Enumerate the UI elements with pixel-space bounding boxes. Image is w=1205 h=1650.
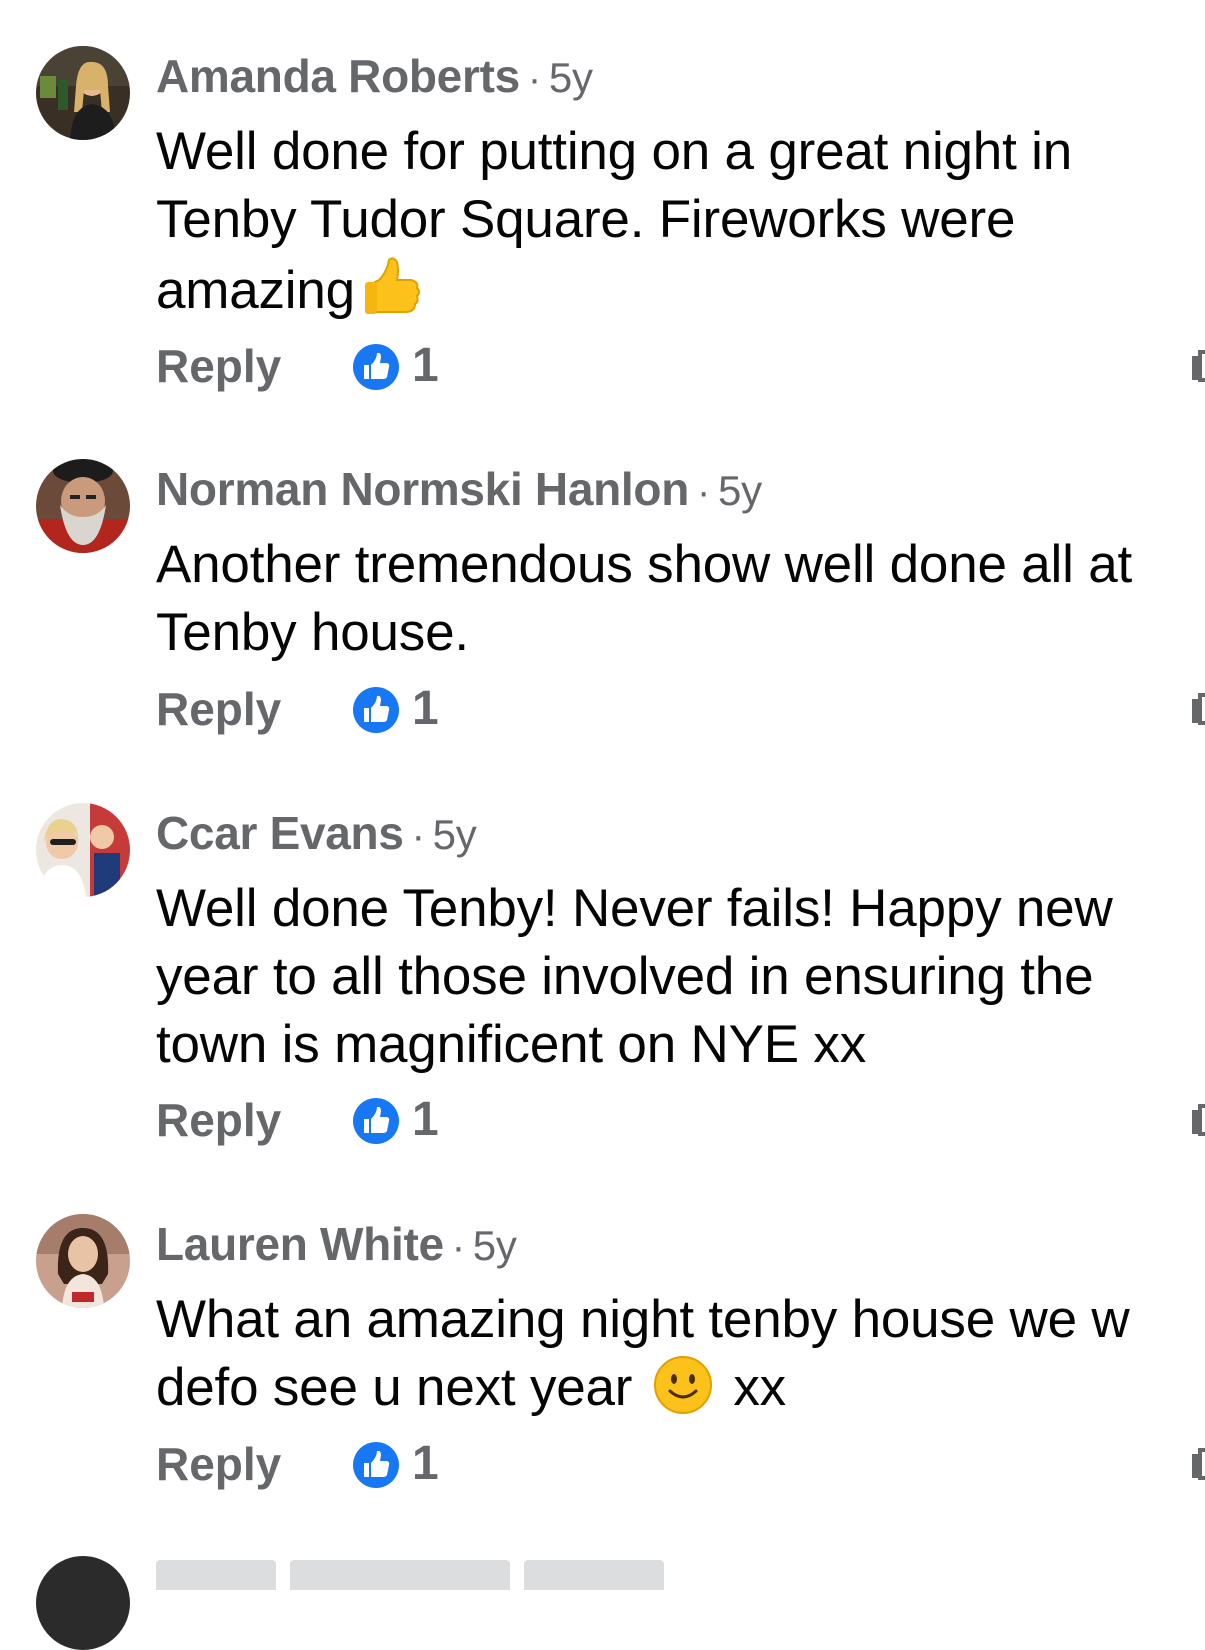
timestamp[interactable]: 5y [473,1222,517,1269]
comment-header: Amanda Roberts · 5y [156,48,593,107]
thumbs-up-icon [361,254,421,335]
comment-actions: Reply 1 [156,1434,1205,1494]
separator: · [527,57,541,101]
like-icon[interactable] [352,686,400,734]
author-name[interactable]: Norman Normski Hanlon [156,463,689,515]
comment-text: Well done for putting on a great night i… [156,118,1205,335]
timestamp[interactable]: 5y [549,54,593,101]
separator: · [697,470,711,514]
comment-body-end: xx [718,1358,786,1417]
avatar[interactable] [36,1214,130,1308]
comment-actions: Reply 1 [156,679,1205,739]
like-count: 1 [412,339,439,392]
separator: · [411,814,425,858]
comment-actions: Reply 1 [156,336,1205,396]
like-icon[interactable] [352,1097,400,1145]
smiling-face-icon [653,1355,713,1432]
avatar[interactable] [36,803,130,897]
reply-button[interactable]: Reply [156,1090,281,1150]
like-count: 1 [412,682,439,735]
comment-header: Norman Normski Hanlon · 5y [156,461,762,520]
comment-header-partial [156,1560,716,1590]
avatar[interactable] [36,459,130,553]
comment-text: What an amazing night tenby house we w d… [156,1286,1205,1432]
react-icon[interactable] [1190,693,1205,727]
comment-body: Another tremendous show well done all at… [156,535,1133,662]
like-count: 1 [412,1437,439,1490]
author-name[interactable]: Ccar Evans [156,807,404,859]
reply-button[interactable]: Reply [156,679,281,739]
like-icon[interactable] [352,1441,400,1489]
author-name[interactable]: Amanda Roberts [156,50,520,102]
comment-actions: Reply 1 [156,1090,1205,1150]
like-icon[interactable] [352,343,400,391]
comment-header: Lauren White · 5y [156,1216,517,1275]
comment-text: Well done Tenby! Never fails! Happy new … [156,875,1205,1079]
timestamp[interactable]: 5y [718,467,762,514]
react-icon[interactable] [1190,1104,1205,1138]
reply-button[interactable]: Reply [156,336,281,396]
react-icon[interactable] [1190,1448,1205,1482]
reply-button[interactable]: Reply [156,1434,281,1494]
author-name[interactable]: Lauren White [156,1218,444,1270]
comment-text: Another tremendous show well done all at… [156,531,1205,667]
comment-body: Well done Tenby! Never fails! Happy new … [156,879,1113,1074]
separator: · [451,1225,465,1269]
avatar[interactable] [36,1556,130,1650]
comment-header: Ccar Evans · 5y [156,805,477,864]
avatar[interactable] [36,46,130,140]
comment-body: Well done for putting on a great night i… [156,122,1072,320]
timestamp[interactable]: 5y [433,811,477,858]
react-icon[interactable] [1190,350,1205,384]
comment-body: What an amazing night tenby house we w d… [156,1290,1130,1417]
like-count: 1 [412,1093,439,1146]
